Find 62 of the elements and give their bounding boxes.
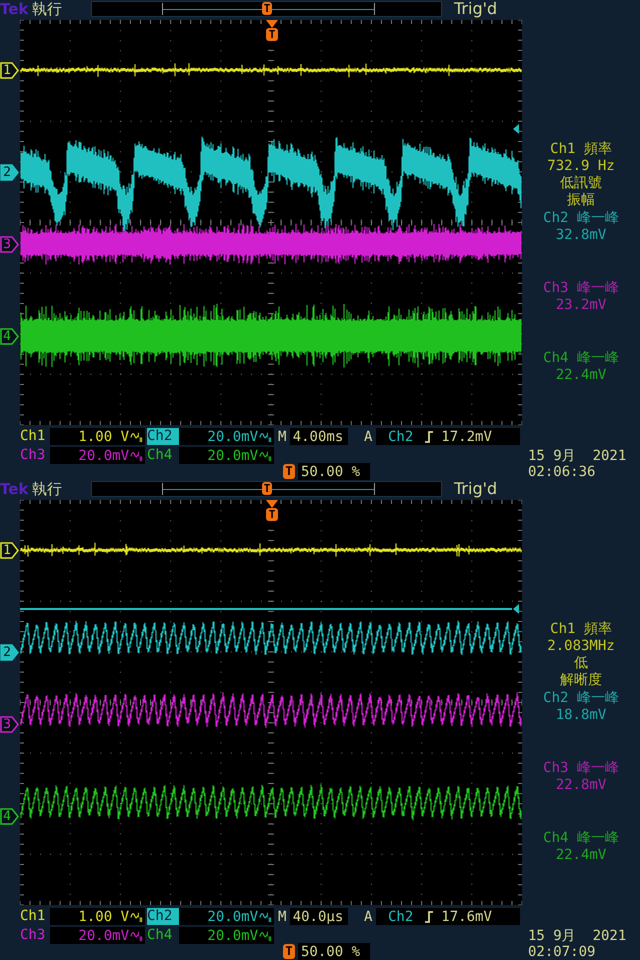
trigger-mode: A: [364, 428, 374, 444]
run-state: 執行: [32, 0, 63, 18]
date-readout: 15 9月 2021: [528, 448, 628, 464]
channel-scale: 20.0mV: [179, 908, 274, 925]
date-readout: 15 9月 2021: [528, 928, 628, 944]
channel-scale: 1.00 V: [50, 428, 145, 445]
trigger-source: Ch2: [388, 428, 414, 444]
channel-marker[interactable]: 4: [0, 808, 20, 825]
time-readout: 02:07:09: [528, 944, 596, 960]
measurement-readout: Ch3 峰一峰 22.8mV: [543, 760, 619, 794]
channel-scale: 20.0mV: [50, 927, 145, 944]
channel-label[interactable]: Ch3: [20, 927, 50, 944]
record-trigger-marker: T: [262, 2, 272, 15]
record-trigger-marker: T: [262, 482, 272, 495]
timebase-value: 40.0µs: [290, 908, 348, 925]
channel-label[interactable]: Ch2: [147, 428, 179, 445]
measurement-readout: Ch1 頻率 2.083MHz 低 解晰度: [547, 621, 615, 689]
channel-marker[interactable]: 3: [0, 716, 20, 733]
trigger-position-icon: T: [283, 464, 295, 479]
timebase-label: M: [278, 428, 288, 444]
channel-label[interactable]: Ch4: [147, 927, 179, 944]
channel-label[interactable]: Ch1: [20, 908, 50, 925]
measurement-readout: Ch4 峰一峰 22.4mV: [543, 830, 619, 864]
channel-scale: 20.0mV: [50, 447, 145, 464]
channel-label[interactable]: Ch2: [147, 908, 179, 925]
measurement-readout: Ch3 峰一峰 23.2mV: [543, 280, 619, 314]
measurement-readout: Ch2 峰一峰 18.8mV: [543, 690, 619, 724]
trigger-status: Trig'd: [454, 0, 498, 18]
channel-scale: 20.0mV: [179, 927, 274, 944]
channel-marker[interactable]: 1: [0, 542, 20, 559]
run-state: 執行: [32, 480, 63, 498]
timebase-value: 4.00ms: [290, 428, 348, 445]
rising-edge-icon: [423, 428, 436, 444]
channel-label[interactable]: Ch1: [20, 428, 50, 445]
channel-scale: 20.0mV: [179, 447, 274, 464]
trigger-position: 50.00 %: [298, 943, 370, 960]
trigger-source: Ch2: [388, 908, 414, 924]
measurement-readout: Ch1 頻率 732.9 Hz 低訊號 振幅: [547, 141, 615, 209]
channel-marker[interactable]: 1: [0, 62, 20, 79]
trigger-status: Trig'd: [454, 480, 498, 498]
channel-scale: 20.0mV: [179, 428, 274, 445]
brand-logo: Tek: [0, 0, 30, 18]
rising-edge-icon: [423, 908, 436, 924]
trigger-position-icon: T: [283, 944, 295, 959]
channel-marker[interactable]: 2: [0, 164, 20, 181]
time-readout: 02:06:36: [528, 464, 596, 480]
trigger-level: 17.6mV: [441, 908, 492, 924]
trigger-level-marker[interactable]: [513, 604, 519, 614]
channel-label[interactable]: Ch4: [147, 447, 179, 464]
channel-scale: 1.00 V: [50, 908, 145, 925]
trigger-level-marker[interactable]: [513, 124, 519, 134]
measurement-readout: Ch4 峰一峰 22.4mV: [543, 350, 619, 384]
brand-logo: Tek: [0, 480, 30, 498]
trigger-mode: A: [364, 908, 374, 924]
channel-label[interactable]: Ch3: [20, 447, 50, 464]
measurement-readout: Ch2 峰一峰 32.8mV: [543, 210, 619, 244]
channel-marker[interactable]: 4: [0, 328, 20, 345]
channel-marker[interactable]: 2: [0, 644, 20, 661]
trigger-level: 17.2mV: [441, 428, 492, 444]
trigger-position: 50.00 %: [298, 463, 370, 480]
channel-marker[interactable]: 3: [0, 236, 20, 253]
timebase-label: M: [278, 908, 288, 924]
